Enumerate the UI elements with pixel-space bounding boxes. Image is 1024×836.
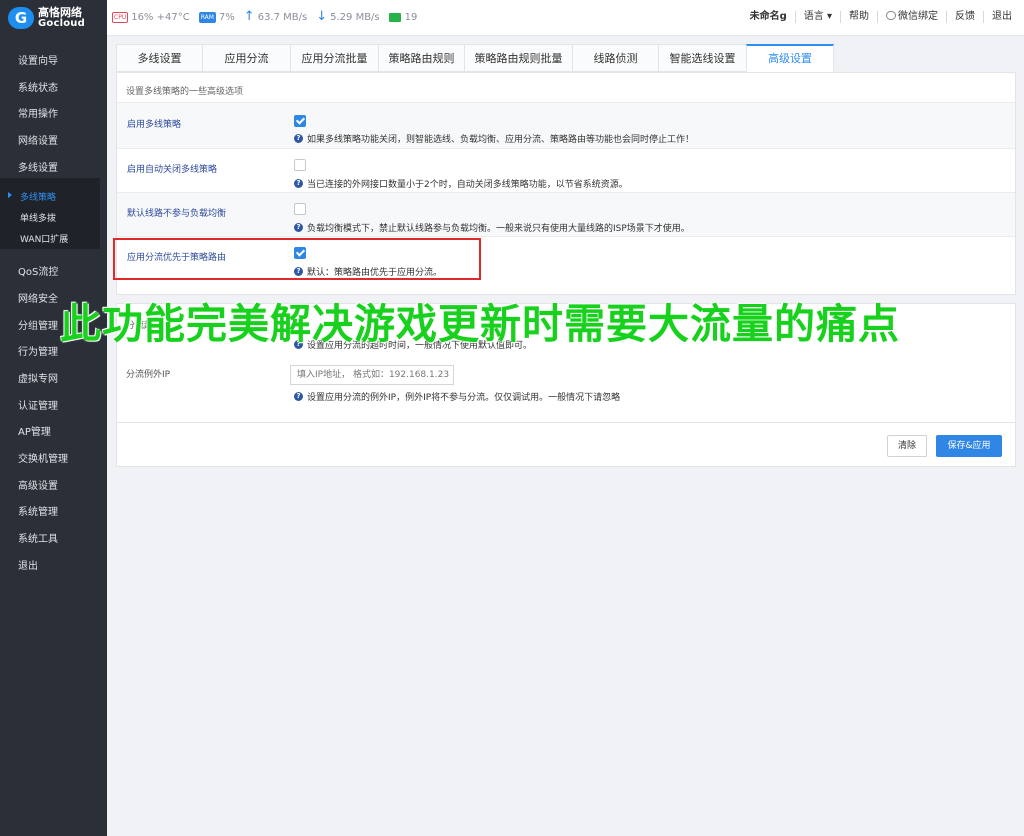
sidebar-item-system-tools[interactable]: 系统工具 (18, 530, 58, 545)
download-stat: ↓ 5.29 MB/s (316, 9, 380, 24)
tab-smart-line-select[interactable]: 智能选线设置 (658, 44, 746, 72)
overlay-caption: 此功能完美解决游戏更新时需要大流量的痛点 (60, 300, 900, 348)
wechat-bind-link[interactable]: 微信绑定 (877, 11, 946, 23)
sidebar-item-multiline-policy[interactable]: 多线策略 (20, 190, 56, 203)
cpu-value: 16% +47°C (131, 11, 190, 23)
sidebar-item-multiline-settings[interactable]: 多线设置 (18, 159, 58, 174)
split-exception-hint: ? 设置应用分流的例外IP，例外IP将不参与分流。仅仅调试用。一般情况下请忽略 (294, 390, 620, 403)
ram-icon: RAM (198, 11, 216, 23)
cloud-logo-icon: G (8, 7, 34, 29)
sidebar-item-network-settings[interactable]: 网络设置 (18, 132, 58, 147)
cpu-stat: CPU 16% +47°C (112, 11, 190, 23)
option-hint: ? 如果多线策略功能关闭，则智能选线、负载均衡、应用分流、策略路由等功能也会同时停… (294, 132, 694, 145)
upload-arrow-icon: ↑ (243, 9, 255, 24)
top-bar: G 高恪网络 Gocloud CPU 16% +47°C RAM 7% ↑ 63… (0, 0, 1024, 36)
option-hint: ? 当已连接的外网接口数量小于2个时，自动关闭多线策略功能，以节省系统资源。 (294, 177, 628, 190)
sidebar-item-auth-mgmt[interactable]: 认证管理 (18, 397, 58, 412)
option-row: 默认线路不参与负载均衡 ? 负载均衡模式下，禁止默认线路参与负载均衡。一般来说只有… (117, 192, 1015, 236)
sidebar-item-qos[interactable]: QoS流控 (18, 263, 58, 278)
sidebar-subnav: 多线策略 单线多拨 WAN口扩展 (0, 178, 100, 249)
sidebar-item-ap-mgmt[interactable]: AP管理 (18, 423, 51, 438)
download-arrow-icon: ↓ (316, 9, 328, 24)
active-indicator-icon (8, 192, 12, 198)
tab-policy-route-rules-batch[interactable]: 策略路由规则批量 (464, 44, 572, 72)
upload-value: 63.7 MB/s (257, 11, 308, 23)
ram-stat: RAM 7% (198, 11, 235, 23)
online-count: 19 (404, 11, 418, 23)
wechat-icon (886, 11, 896, 20)
help-link[interactable]: 帮助 (840, 11, 877, 23)
feedback-link[interactable]: 反馈 (946, 11, 983, 23)
sidebar-item-system-status[interactable]: 系统状态 (18, 79, 58, 94)
sidebar-item-vpn[interactable]: 虚拟专网 (18, 370, 58, 385)
sidebar-item-wan-expand[interactable]: WAN口扩展 (20, 232, 68, 245)
sidebar-item-advanced-settings[interactable]: 高级设置 (18, 477, 58, 492)
exception-ip-input[interactable]: 填入IP地址， 格式如：192.168.1.23 (290, 365, 454, 385)
ram-value: 7% (218, 11, 235, 23)
sidebar-item-system-mgmt[interactable]: 系统管理 (18, 503, 58, 518)
sidebar-item-network-security[interactable]: 网络安全 (18, 290, 58, 305)
option-label: 启用多线策略 (127, 120, 182, 130)
system-stats: CPU 16% +47°C RAM 7% ↑ 63.7 MB/s ↓ 5.29 … (112, 9, 426, 24)
help-icon: ? (294, 179, 303, 188)
sidebar-item-group-mgmt[interactable]: 分组管理 (18, 317, 58, 332)
brand-name-cn: 高恪网络 (38, 6, 82, 19)
auto-close-multiline-checkbox[interactable] (294, 159, 306, 171)
default-line-no-balance-checkbox[interactable] (294, 203, 306, 215)
sidebar-item-exit[interactable]: 退出 (18, 557, 38, 572)
top-nav: 未命名g 语言 ▾ 帮助 微信绑定 反馈 退出 (742, 11, 1020, 23)
sidebar-item-common-ops[interactable]: 常用操作 (18, 105, 58, 120)
form-footer (116, 423, 1016, 467)
logout-link[interactable]: 退出 (983, 11, 1020, 23)
option-hint: ? 负载均衡模式下，禁止默认线路参与负载均衡。一般来说只有使用大量线路的ISP场景… (294, 221, 690, 234)
highlight-box (113, 238, 481, 280)
upload-stat: ↑ 63.7 MB/s (243, 9, 308, 24)
option-label: 默认线路不参与负载均衡 (127, 209, 227, 219)
tab-app-split[interactable]: 应用分流 (202, 44, 290, 72)
monitor-icon (388, 12, 401, 22)
download-value: 5.29 MB/s (330, 11, 380, 23)
tab-line-detect[interactable]: 线路侦测 (572, 44, 658, 72)
brand-logo[interactable]: G 高恪网络 Gocloud (0, 0, 107, 36)
help-icon: ? (294, 223, 303, 232)
sidebar-item-setup-wizard[interactable]: 设置向导 (18, 52, 58, 67)
tab-policy-route-rules[interactable]: 策略路由规则 (378, 44, 464, 72)
tab-multiline-settings[interactable]: 多线设置 (116, 44, 202, 72)
tab-bar: 多线设置 应用分流 应用分流批量 策略路由规则 策略路由规则批量 线路侦测 智能… (116, 44, 834, 72)
sidebar-item-single-multidial[interactable]: 单线多拨 (20, 211, 56, 224)
sidebar: 设置向导 系统状态 常用操作 网络设置 多线设置 多线策略 单线多拨 WAN口扩… (0, 36, 107, 836)
cpu-icon: CPU (112, 11, 129, 23)
clear-button[interactable]: 清除 (887, 435, 927, 457)
language-menu[interactable]: 语言 ▾ (794, 11, 840, 23)
brand-name-en: Gocloud (38, 18, 85, 29)
option-label: 启用自动关闭多线策略 (127, 165, 218, 175)
tab-advanced-settings[interactable]: 高级设置 (746, 44, 834, 72)
section-description: 设置多线策略的一些高级选项 (126, 87, 244, 97)
device-name[interactable]: 未命名g (742, 11, 795, 23)
help-icon: ? (294, 392, 303, 401)
option-row: 启用多线策略 ? 如果多线策略功能关闭，则智能选线、负载均衡、应用分流、策略路由等… (117, 102, 1015, 148)
option-row: 启用自动关闭多线策略 ? 当已连接的外网接口数量小于2个时，自动关闭多线策略功能，… (117, 148, 1015, 192)
save-apply-button[interactable]: 保存&应用 (936, 435, 1002, 457)
sidebar-item-switch-mgmt[interactable]: 交换机管理 (18, 450, 68, 465)
split-exception-ip-label: 分流例外IP (126, 370, 171, 380)
online-devices-stat[interactable]: 19 (388, 11, 418, 23)
enable-multiline-checkbox[interactable] (294, 115, 306, 127)
tab-app-split-batch[interactable]: 应用分流批量 (290, 44, 378, 72)
help-icon: ? (294, 134, 303, 143)
sidebar-item-behavior-mgmt[interactable]: 行为管理 (18, 343, 58, 358)
